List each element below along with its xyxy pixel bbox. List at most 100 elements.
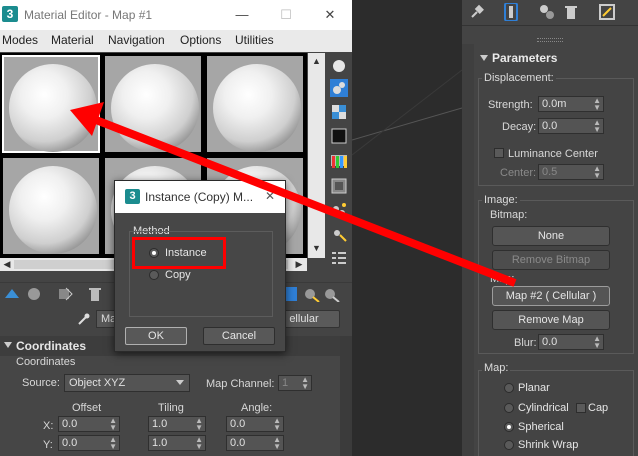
source-dropdown[interactable]: Object XYZ: [64, 374, 190, 392]
tiling-x-spinner[interactable]: 1.0 ▲ ▼: [148, 416, 206, 432]
map-label: Map:: [490, 273, 515, 285]
shrink-wrap-label: Shrink Wrap: [518, 439, 579, 451]
go-sibling-icon[interactable]: [322, 286, 340, 302]
background-icon[interactable]: [330, 103, 348, 121]
angle-u-spinner[interactable]: 0.0 ▲ ▼: [226, 416, 284, 432]
angle-v-spinner[interactable]: 0.0 ▲ ▼: [226, 435, 284, 451]
luminance-center-checkbox[interactable]: [494, 148, 504, 158]
offset-y-spinner[interactable]: 0.0 ▲ ▼: [58, 435, 120, 451]
eyedropper-icon[interactable]: [77, 312, 91, 326]
menu-options[interactable]: Options: [180, 33, 221, 47]
center-label: Center:: [500, 167, 537, 179]
map-channel-spinner[interactable]: 1 ▲ ▼: [278, 375, 312, 391]
center-spinner[interactable]: 0.5 ▲ ▼: [538, 164, 604, 180]
offset-x-spinner[interactable]: 0.0 ▲ ▼: [58, 416, 120, 432]
tiling-y-spinner[interactable]: 1.0 ▲ ▼: [148, 435, 206, 451]
close-button[interactable]: ✕: [320, 6, 340, 24]
remove-map-button[interactable]: Remove Map: [492, 310, 610, 330]
remove-bitmap-button[interactable]: Remove Bitmap: [492, 250, 610, 270]
bitmap-none-button[interactable]: None: [492, 226, 610, 246]
make-unique-icon[interactable]: [538, 3, 556, 21]
sample-type-icon[interactable]: [330, 57, 348, 75]
color-bars-icon[interactable]: [330, 153, 348, 171]
planar-radio[interactable]: [504, 383, 514, 393]
collapse-icon: [4, 342, 12, 348]
tiling-y-value: 1.0: [152, 437, 168, 449]
configure-icon[interactable]: [598, 3, 616, 21]
map-slot-button[interactable]: Map #2 ( Cellular ): [492, 286, 610, 306]
menu-utilities[interactable]: Utilities: [235, 33, 274, 47]
blur-spinner[interactable]: 0.0 ▲ ▼: [538, 334, 604, 350]
sample-slot-2[interactable]: [104, 55, 202, 153]
trash-icon[interactable]: [562, 3, 580, 21]
material-navigator-icon[interactable]: [330, 249, 348, 267]
spinner-arrows-icon: ▲ ▼: [593, 96, 601, 112]
rollout-scrollbar[interactable]: [340, 336, 352, 456]
viewport-background: [352, 0, 462, 456]
cap-checkbox[interactable]: [576, 403, 586, 413]
scroll-left-icon[interactable]: ◀: [1, 258, 13, 271]
scroll-right-icon[interactable]: ▶: [293, 258, 305, 271]
parameters-title: Parameters: [492, 51, 558, 65]
menu-navigation[interactable]: Navigation: [108, 33, 165, 47]
offset-y-value: 0.0: [62, 437, 78, 449]
shrink-wrap-radio[interactable]: [504, 440, 514, 450]
get-material-icon[interactable]: [3, 286, 21, 302]
pin-icon[interactable]: [468, 3, 486, 21]
spinner-arrows-icon: ▲ ▼: [273, 416, 281, 432]
cancel-button[interactable]: Cancel: [203, 327, 275, 345]
map-channel-value: 1: [282, 377, 289, 389]
title-bar: 3 Material Editor - Map #1 — ☐ ✕: [0, 0, 352, 30]
displacement-title: Displacement:: [482, 72, 556, 84]
sample-slot-3[interactable]: [206, 55, 304, 153]
sphere-preview: [9, 64, 97, 152]
spherical-label: Spherical: [518, 421, 564, 433]
coordinates-group-title: Coordinates: [16, 356, 76, 368]
source-label: Source:: [22, 377, 60, 389]
menu-material[interactable]: Material: [51, 33, 94, 47]
app-logo-icon: 3: [2, 6, 18, 22]
center-value: 0.5: [542, 166, 558, 178]
scroll-up-icon[interactable]: ▲: [308, 56, 325, 66]
assign-material-icon[interactable]: [56, 286, 74, 302]
modifier-stack-icon[interactable]: [502, 3, 520, 21]
go-parent-icon[interactable]: [302, 286, 320, 302]
sample-slot-1[interactable]: [2, 55, 100, 153]
scroll-down-icon[interactable]: ▼: [308, 243, 325, 253]
parameters-rollout-header[interactable]: Parameters: [474, 48, 638, 68]
uv-tiling-icon[interactable]: [330, 127, 348, 145]
spinner-arrows-icon: ▲ ▼: [593, 164, 601, 180]
angle-header: Angle:: [241, 402, 273, 414]
put-to-scene-icon[interactable]: [25, 286, 43, 302]
spinner-arrows-icon: ▲ ▼: [593, 334, 601, 350]
dialog-close-button[interactable]: ✕: [265, 189, 275, 203]
spherical-radio[interactable]: [504, 422, 514, 432]
copy-radio[interactable]: [149, 270, 159, 280]
chevron-down-icon: [176, 380, 184, 385]
trash-icon[interactable]: [86, 286, 104, 302]
viewport-grid-lines: [352, 69, 462, 156]
luminance-center-label: Luminance Center: [508, 148, 598, 160]
preview-icon[interactable]: [330, 177, 348, 195]
command-panel: Parameters Displacement: Strength: 0.0m ▲…: [462, 0, 638, 456]
options-icon[interactable]: [330, 201, 348, 219]
strength-label: Strength:: [488, 99, 533, 111]
maximize-button[interactable]: ☐: [276, 6, 296, 24]
annotation-highlight-box: [132, 237, 226, 269]
panel-drag-handle[interactable]: [537, 38, 563, 42]
image-title: Image:: [482, 194, 520, 206]
strength-spinner[interactable]: 0.0m ▲ ▼: [538, 96, 604, 112]
minimize-button[interactable]: —: [232, 6, 252, 24]
backlight-icon[interactable]: [330, 79, 348, 97]
spinner-arrows-icon: ▲ ▼: [195, 435, 203, 451]
sample-vertical-scrollbar[interactable]: ▲ ▼: [308, 53, 325, 258]
sample-slot-4[interactable]: [2, 157, 100, 255]
cylindrical-label: Cylindrical: [518, 402, 569, 414]
ok-button[interactable]: OK: [125, 327, 187, 345]
spinner-arrows-icon: ▲ ▼: [109, 435, 117, 451]
cylindrical-radio[interactable]: [504, 403, 514, 413]
menu-modes[interactable]: Modes: [2, 33, 38, 47]
strength-value: 0.0m: [542, 98, 567, 110]
select-by-material-icon[interactable]: [330, 225, 348, 243]
decay-spinner[interactable]: 0.0 ▲ ▼: [538, 118, 604, 134]
